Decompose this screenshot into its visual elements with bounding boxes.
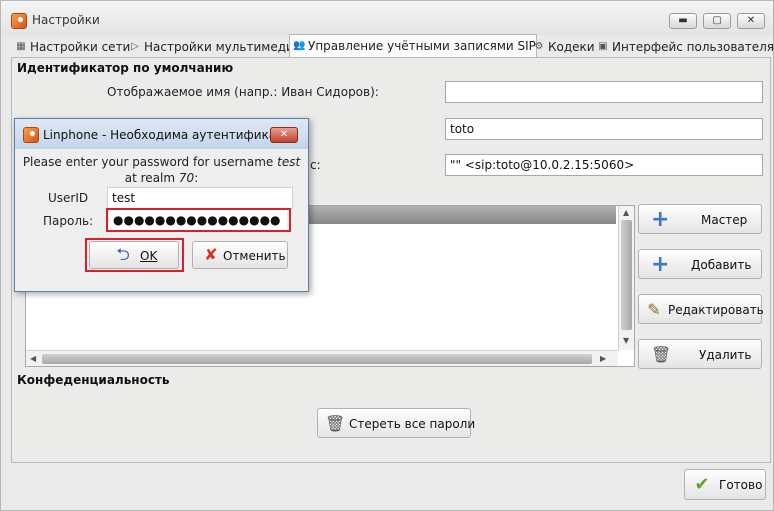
auth-message-realm-prefix: at realm — [124, 171, 176, 185]
horizontal-scrollbar[interactable]: ◀ ▶ — [26, 350, 618, 366]
auth-dialog-titlebar[interactable]: Linphone - Необходима аутентификац... ✕ — [15, 119, 308, 149]
checkmark-icon: ✔ — [694, 474, 710, 495]
auth-message-username: test — [277, 155, 301, 169]
privacy-title: Конфеденциальность — [17, 373, 170, 387]
codec-icon: ⚙ — [534, 41, 544, 52]
remove-button-label: Удалить — [699, 348, 752, 362]
password-label: Пароль: — [43, 214, 94, 228]
password-highlight — [106, 208, 291, 232]
wizard-button[interactable]: + Мастер — [638, 204, 762, 234]
userid-input[interactable]: test — [107, 187, 293, 209]
tab-label: Управление учётными записями SIP — [308, 39, 536, 53]
scroll-down-icon[interactable]: ▼ — [623, 336, 629, 346]
userid-label: UserID — [48, 191, 89, 205]
cancel-x-icon: ✘ — [204, 245, 218, 264]
display-name-label: Отображаемое имя (напр.: Иван Сидоров): — [107, 85, 379, 99]
tab-label: Интерфейс пользователя — [612, 40, 774, 54]
sip-address-label: с: — [310, 158, 321, 172]
tab-label: Кодеки — [548, 40, 595, 54]
edit-button-label: Редактировать — [668, 303, 764, 317]
auth-message-line1: Please enter your password for username … — [15, 155, 308, 169]
scroll-right-icon[interactable]: ▶ — [600, 354, 606, 364]
cancel-button[interactable]: ✘ Отменить — [192, 241, 288, 269]
auth-message-realm-suffix: : — [194, 171, 199, 185]
clear-passwords-button[interactable]: 🗑 Стереть все пароли — [317, 408, 475, 438]
remove-button[interactable]: 🗑 Удалить — [638, 339, 762, 369]
play-icon: ▷ — [131, 41, 139, 52]
done-button-label: Готово — [719, 478, 763, 492]
auth-message-realm: 70 — [178, 171, 195, 185]
trash-icon: 🗑 — [651, 345, 672, 364]
linphone-app-icon — [11, 13, 27, 29]
auth-dialog: Linphone - Необходима аутентификац... ✕ … — [14, 118, 309, 292]
ok-highlight — [85, 238, 184, 272]
default-identity-title: Идентификатор по умолчанию — [17, 61, 234, 75]
interface-icon: ▣ — [598, 41, 608, 52]
close-button[interactable]: ✕ — [737, 13, 765, 29]
network-icon: ▦ — [16, 41, 26, 52]
auth-message-prefix: Please enter your password for username — [22, 155, 274, 169]
wizard-button-label: Мастер — [701, 213, 748, 227]
plus-icon: + — [651, 207, 670, 232]
cancel-button-label: Отменить — [223, 249, 286, 263]
preferences-tabs: ▦ Настройки сети ▷ Настройки мультимедиа… — [11, 34, 774, 58]
add-button[interactable]: + Добавить — [638, 249, 762, 279]
username-input[interactable]: toto — [445, 118, 763, 140]
users-icon: 👥 — [293, 40, 306, 51]
edit-icon: ✎ — [647, 300, 661, 319]
display-name-input[interactable] — [445, 81, 763, 103]
plus-icon: + — [651, 252, 670, 277]
done-button[interactable]: ✔ Готово — [684, 469, 766, 500]
window-titlebar[interactable]: Настройки ▬ ▢ ✕ — [1, 1, 773, 35]
tab-multimedia-settings[interactable]: ▷ Настройки мультимедиа — [125, 35, 302, 57]
edit-button[interactable]: ✎ Редактировать — [638, 294, 764, 324]
preferences-window: Настройки ▬ ▢ ✕ ▦ Настройки сети ▷ Настр… — [0, 0, 774, 511]
window-title: Настройки — [32, 13, 100, 27]
scroll-left-icon[interactable]: ◀ — [30, 354, 36, 364]
auth-dialog-title: Linphone - Необходима аутентификац... — [43, 128, 296, 142]
vertical-scrollbar[interactable]: ▲ ▼ — [618, 206, 634, 350]
tab-label: Настройки сети — [30, 40, 131, 54]
scroll-up-icon[interactable]: ▲ — [623, 208, 629, 218]
clear-passwords-label: Стереть все пароли — [349, 417, 476, 431]
sip-address-input[interactable]: "" <sip:toto@10.0.2.15:5060> — [445, 154, 763, 176]
auth-dialog-close-button[interactable]: ✕ — [270, 127, 298, 143]
auth-message-line2: at realm 70: — [15, 171, 308, 185]
minimize-button[interactable]: ▬ — [669, 13, 697, 29]
maximize-button[interactable]: ▢ — [703, 13, 731, 29]
add-button-label: Добавить — [691, 258, 752, 272]
trash-icon: 🗑 — [325, 414, 346, 433]
tab-network-settings[interactable]: ▦ Настройки сети — [11, 35, 131, 57]
tab-codecs[interactable]: ⚙ Кодеки — [529, 35, 596, 57]
horizontal-scroll-thumb[interactable] — [42, 354, 592, 364]
tab-user-interface[interactable]: ▣ Интерфейс пользователя — [593, 35, 774, 57]
tab-label: Настройки мультимедиа — [144, 40, 302, 54]
vertical-scroll-thumb[interactable] — [621, 220, 632, 330]
linphone-app-icon — [23, 127, 39, 143]
tab-sip-accounts[interactable]: 👥 Управление учётными записями SIP — [289, 34, 537, 58]
